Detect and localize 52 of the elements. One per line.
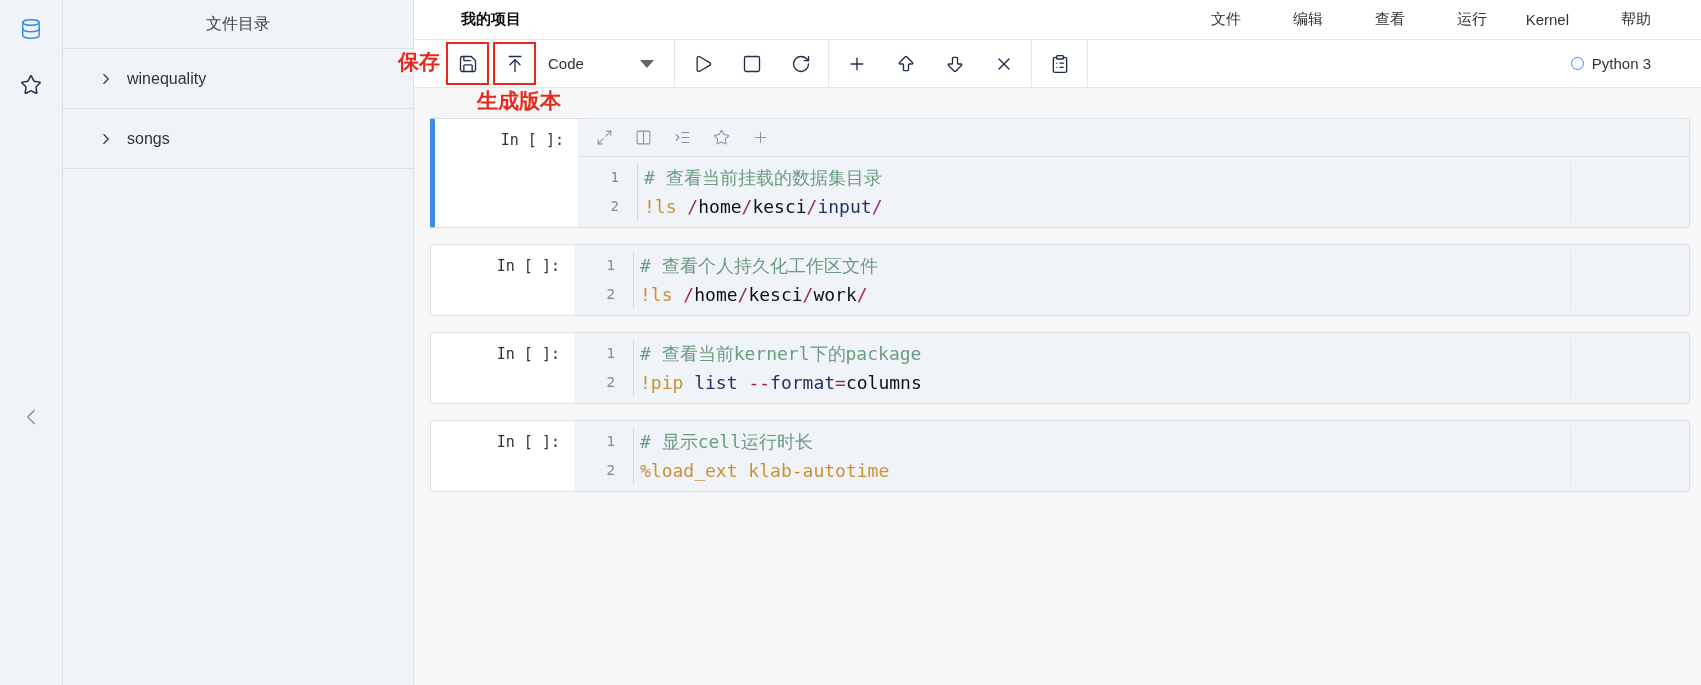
database-button[interactable] [20,18,42,40]
square-icon [741,53,762,74]
columns-button[interactable] [635,129,652,146]
star-button[interactable] [713,129,730,146]
line-number: 2 [606,461,615,480]
prompt-label: In [ ]: [499,130,565,151]
indent-icon [674,129,691,146]
line-number: 2 [610,197,619,216]
star-button[interactable] [20,74,42,96]
floppy-icon [457,53,478,74]
upload-button[interactable] [493,42,536,85]
indent-button[interactable] [674,129,691,146]
line-number: 1 [610,168,619,187]
menu-item[interactable]: 帮助 [1569,10,1651,29]
source-line[interactable]: !pip list --format=columns [640,368,1570,397]
kernel-name: Python 3 [1591,55,1651,72]
prompt-label: In [ ]: [495,344,561,365]
plus-button[interactable] [752,129,769,146]
notebook-cell[interactable]: In [ ]: 1 2 # 查看当前kernerl下的package !pip list --format=columns [430,332,1690,404]
expand-button[interactable] [596,129,613,146]
cell-type-select[interactable]: Code [540,43,668,84]
prompt-label: In [ ]: [495,432,561,453]
annotation-label: 保存 [398,49,440,75]
save-button[interactable] [446,42,489,85]
database-icon [20,18,42,40]
refresh-icon [790,53,811,74]
star-icon [713,129,730,146]
line-number: 1 [606,432,615,451]
notebook-cell[interactable]: In [ ]: 1 2 # 查看个人持久化工作区文件 !ls /home/kesci/work/ [430,244,1690,316]
source-line[interactable]: !ls /home/kesci/work/ [640,280,1570,309]
line-number: 2 [606,285,615,304]
menu-item[interactable]: Kernel [1487,10,1569,29]
caret-icon [640,59,654,68]
source-line[interactable]: !ls /home/kesci/input/ [644,192,1570,221]
prompt-label: In [ ]: [495,256,561,277]
folder-label[interactable]: songs [127,129,170,148]
menu-item[interactable]: 文件 [1159,10,1241,29]
menu-item[interactable]: 查看 [1323,10,1405,29]
menu-item[interactable]: 运行 [1405,10,1487,29]
columns-icon [635,129,652,146]
folder-label[interactable]: winequality [127,69,207,88]
sidebar-title: 文件目录 [63,0,413,49]
expand-icon [596,129,613,146]
project-title: 我的项目 [461,10,522,29]
star-icon [20,74,42,96]
menu-item[interactable]: 编辑 [1241,10,1323,29]
notebook-cell[interactable]: In [ ]: 1 2 # 查看当前挂载的数据集目录 !ls /home/kesci/input/ [430,118,1690,228]
line-number: 1 [606,344,615,363]
plus-icon [752,129,769,146]
line-number: 2 [606,373,615,392]
annotation-label: 生成版本 [477,88,561,114]
line-number: 1 [606,256,615,275]
